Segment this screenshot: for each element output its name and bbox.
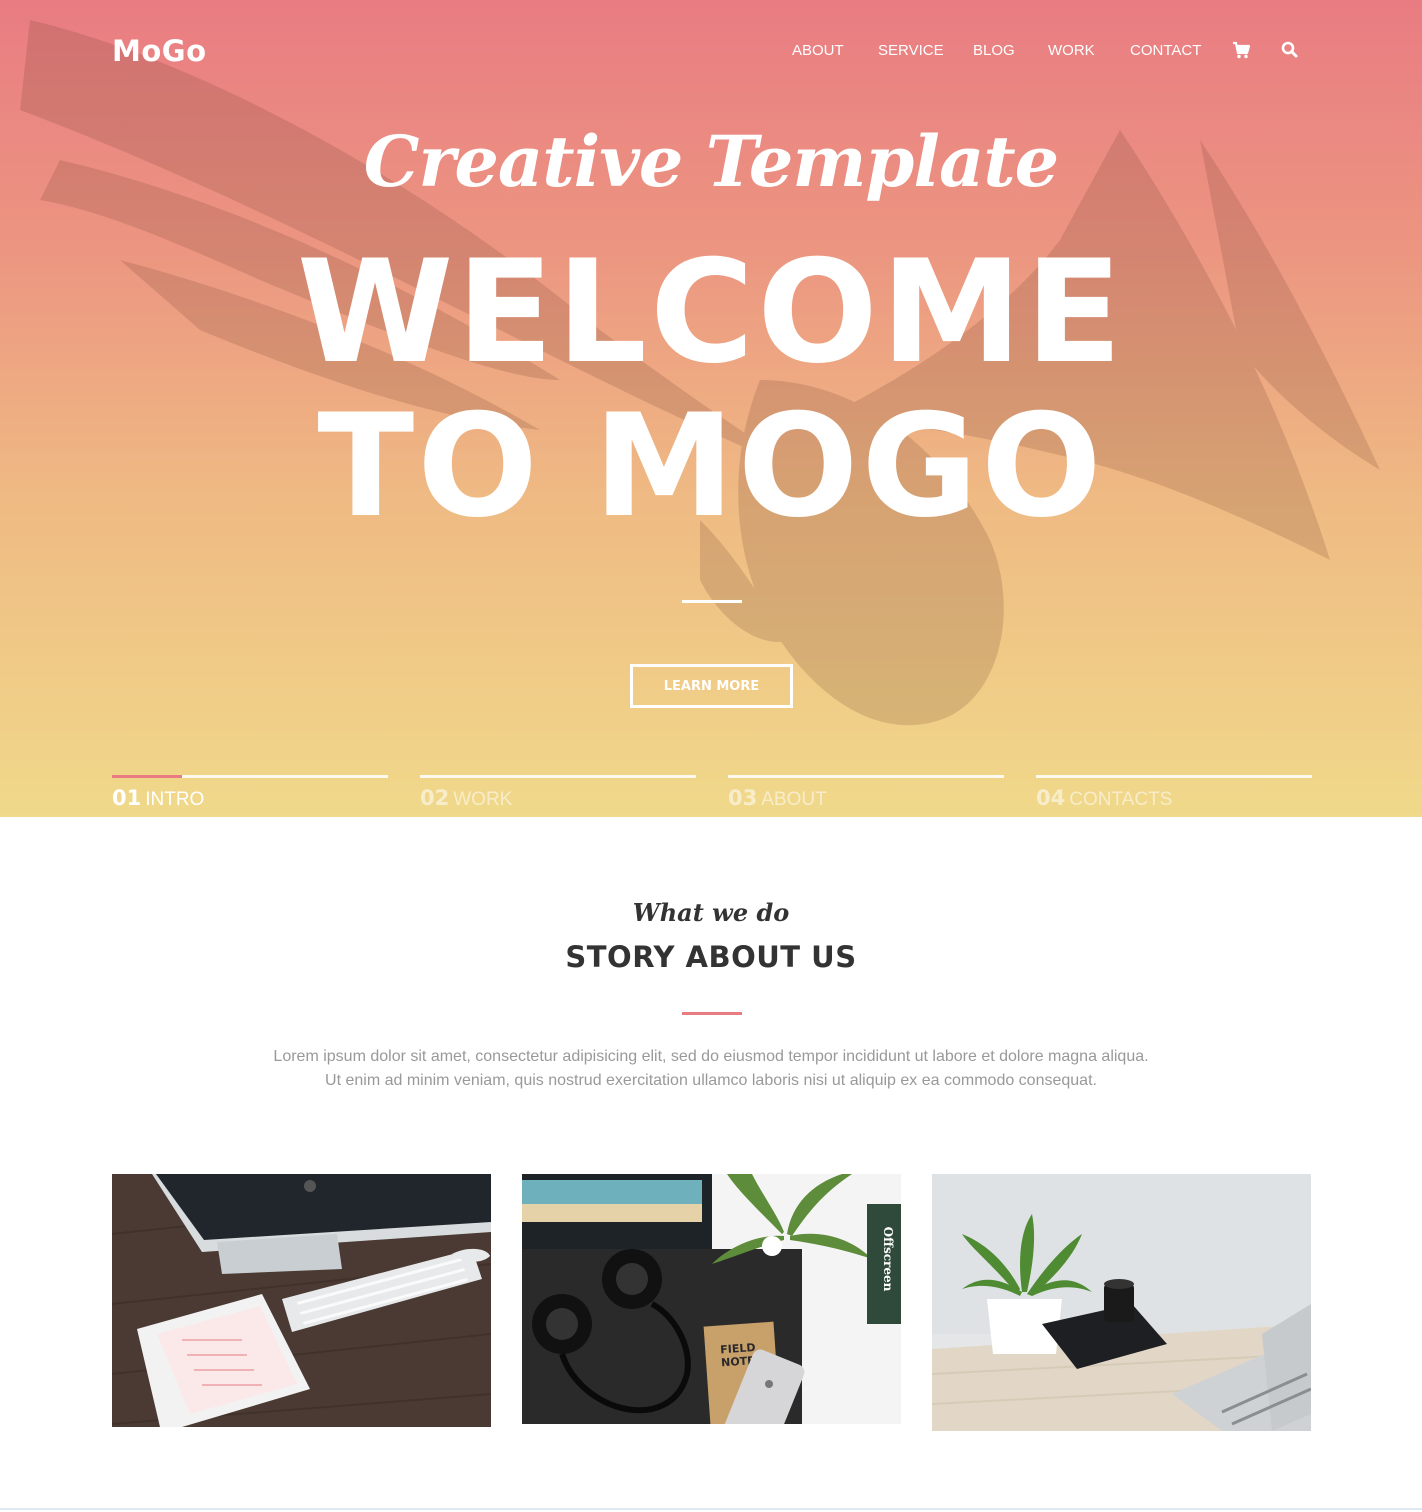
slider-tab-about[interactable]: 03 ABOUT [728,775,1004,817]
headphones-notebook-photo[interactable]: Offscreen FIELD NOTES [522,1174,901,1424]
slider-progress-track [728,775,1004,778]
slider-tab-text: CONTACTS [1069,789,1173,810]
section-paragraph-line-1: Lorem ipsum dolor sit amet, consectetur … [273,1048,1149,1065]
desk-imac-photo[interactable] [112,1174,491,1427]
hero-section: MoGo ABOUT SERVICE BLOG WORK CONTACT Cre… [0,0,1422,817]
slider-tab-text: ABOUT [761,789,827,810]
plant-camera-photo[interactable] [932,1174,1311,1431]
section-paragraph-line-2: Ut enim ad minim veniam, quis nostrud ex… [325,1072,1097,1089]
slider-progress-track [420,775,696,778]
nav-service[interactable]: SERVICE [878,42,944,59]
nav-contact[interactable]: CONTACT [1130,42,1201,59]
slider-tab-text: WORK [453,789,513,810]
slider-tab-label: 03 ABOUT [728,786,827,811]
slider-tab-number: 01 [112,786,142,810]
nav-work[interactable]: WORK [1048,42,1095,59]
slider-tab-work[interactable]: 02 WORK [420,775,696,817]
slider-progress-track [1036,775,1312,778]
slider-tab-contacts[interactable]: 04 CONTACTS [1036,775,1312,817]
hero-script-title: Creative Template [363,120,1059,203]
search-icon[interactable] [1280,40,1300,60]
hero-divider [682,600,742,603]
slider-tab-text: INTRO [145,789,205,810]
slider-tab-number: 04 [1036,786,1066,810]
nav-about[interactable]: ABOUT [792,42,844,59]
section-title: STORY ABOUT US [565,940,857,974]
logo[interactable]: MoGo [112,34,207,68]
slider-tab-number: 02 [420,786,450,810]
hero-title-line-1: WELCOME [296,230,1126,395]
section-subheading: What we do [632,898,790,927]
section-bottom-border [0,1508,1422,1510]
section-divider [682,1012,742,1015]
hero-title-line-2: TO MOGO [317,384,1105,549]
nav-blog[interactable]: BLOG [973,42,1015,59]
cart-icon[interactable] [1231,40,1251,60]
slider-tab-label: 04 CONTACTS [1036,786,1172,811]
slider-tab-number: 03 [728,786,758,810]
slider-progress-indicator [112,775,182,778]
slider-tab-label: 02 WORK [420,786,512,811]
slider-tab-intro[interactable]: 01 INTRO [112,775,388,817]
learn-more-button[interactable]: LEARN MORE [630,664,793,708]
slider-tab-label: 01 INTRO [112,786,204,811]
book-spine-text: Offscreen [881,1227,895,1292]
